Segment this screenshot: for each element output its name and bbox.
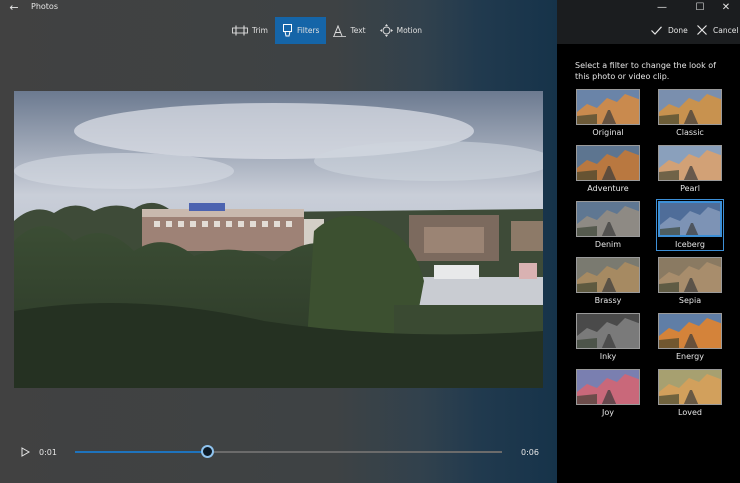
filter-label: Energy [675,352,704,361]
seek-track[interactable] [75,451,502,453]
done-button[interactable]: Done [651,22,688,38]
play-button[interactable] [19,446,31,458]
filter-thumbnail [658,369,722,405]
filter-label: Iceberg [675,240,705,249]
filter-label: Joy [602,408,614,417]
tab-text-label: Text [350,26,366,35]
filter-joy[interactable]: Joy [576,369,640,417]
text-icon [333,24,347,37]
filter-original[interactable]: Original [576,89,640,137]
filter-label: Classic [676,128,704,137]
tab-trim[interactable]: Trim [225,17,275,44]
filter-thumbnail [576,89,640,125]
filters-icon [282,24,292,37]
filter-label: Adventure [587,184,629,193]
filter-denim[interactable]: Denim [576,201,640,249]
title-bar: ← Photos — ☐ ✕ [0,0,740,16]
minimize-button[interactable]: — [647,0,677,16]
tab-motion-label: Motion [396,26,423,35]
filter-iceberg[interactable]: Iceberg [656,199,724,251]
tab-filters[interactable]: Filters [274,17,327,44]
filter-label: Brassy [594,296,622,305]
filter-thumbnail [658,257,722,293]
close-icon: ✕ [721,2,731,13]
cancel-label: Cancel [713,25,739,35]
filter-inky[interactable]: Inky [576,313,640,361]
filter-pearl[interactable]: Pearl [658,145,722,193]
cancel-button[interactable]: Cancel [697,22,738,38]
filter-energy[interactable]: Energy [658,313,722,361]
filter-label: Original [592,128,624,137]
filter-brassy[interactable]: Brassy [576,257,640,305]
tab-filters-label: Filters [296,26,320,35]
tab-text[interactable]: Text [326,17,372,44]
filter-label: Pearl [680,184,700,193]
filter-thumbnail [576,313,640,349]
done-label: Done [668,25,688,35]
cancel-icon [697,25,707,35]
filter-thumbnail [658,145,722,181]
maximize-icon: ☐ [695,2,705,13]
filter-label: Denim [594,240,622,249]
filter-loved[interactable]: Loved [658,369,722,417]
photo-preview [14,91,543,388]
tab-motion[interactable]: Motion [373,17,429,44]
filter-label: Inky [599,352,617,361]
filter-classic[interactable]: Classic [658,89,722,137]
back-arrow-icon: ← [9,1,19,14]
filter-thumbnail [658,201,722,237]
back-button[interactable]: ← [6,1,22,15]
filters-instruction: Select a filter to change the look of th… [575,61,716,81]
filter-thumbnail [658,89,722,125]
checkmark-icon [651,25,662,35]
trim-icon [232,25,248,36]
filter-thumbnail [576,145,640,181]
filter-thumbnail [658,313,722,349]
close-window-button[interactable]: ✕ [711,0,740,16]
tab-trim-label: Trim [252,26,268,35]
end-time: 0:06 [521,448,539,457]
filter-sepia[interactable]: Sepia [658,257,722,305]
seek-thumb[interactable] [200,445,214,458]
filter-label: Sepia [678,296,702,305]
seek-progress [75,451,208,453]
motion-icon [379,24,393,37]
filter-adventure[interactable]: Adventure [576,145,640,193]
current-time: 0:01 [39,448,57,457]
filter-thumbnail [576,201,640,237]
edit-toolbar: Trim Filters Text Motion [225,17,429,44]
minimize-icon: — [657,2,667,13]
filter-thumbnail [576,257,640,293]
app-title: Photos [31,2,58,11]
filter-label: Loved [678,408,702,417]
filter-thumbnail [576,369,640,405]
